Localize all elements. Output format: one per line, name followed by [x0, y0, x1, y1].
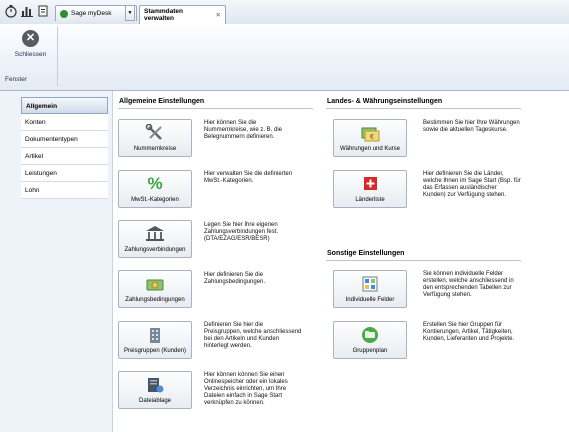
tab-label: Stammdaten verwalten	[144, 8, 184, 22]
nummernkreise-description: Hier können Sie die Nummernkreise, wie z…	[204, 120, 283, 140]
group-icon	[360, 326, 380, 344]
tab-stammdaten[interactable]: Stammdaten verwalten ✕	[139, 5, 226, 24]
mwst-kategorien-button[interactable]: % MwSt.-Kategorien	[118, 170, 192, 208]
document-icon[interactable]	[36, 4, 50, 18]
waehrungen-kurse-button[interactable]: € Währungen und Kurse	[333, 119, 407, 157]
title-bar: Sage myDesk ▼ Stammdaten verwalten ✕	[0, 0, 569, 25]
server-icon	[145, 376, 165, 394]
tile-label: Individuelle Felder	[345, 297, 395, 303]
chevron-down-icon: ▼	[127, 10, 133, 16]
close-icon: ✕	[22, 30, 39, 47]
tile-label: Zahlungsbedingungen	[125, 297, 185, 303]
swiss-flag-icon	[360, 175, 380, 193]
tile-label: Dateiablage	[138, 398, 172, 404]
tab-label: Sage myDesk	[71, 10, 112, 17]
tab-dropdown-button[interactable]: ▼	[125, 5, 135, 21]
laenderliste-button[interactable]: Länderliste	[333, 170, 407, 208]
sidebar-item-lohn[interactable]: Lohn	[21, 182, 108, 199]
tile-label: Nummernkreise	[133, 146, 177, 152]
ribbon-group-fenster: ✕ Schliessen Fenster	[2, 26, 58, 86]
dateiablage-button[interactable]: Dateiablage	[118, 371, 192, 409]
section-title-general: Allgemeine Einstellungen	[119, 98, 205, 105]
close-button[interactable]: ✕ Schliessen	[8, 30, 53, 70]
sage-logo-icon	[60, 9, 68, 18]
percent-icon: %	[147, 174, 163, 193]
divider	[118, 108, 313, 109]
stopwatch-icon[interactable]	[4, 4, 18, 18]
tile-label: Länderliste	[355, 197, 385, 203]
svg-text:€: €	[370, 134, 374, 141]
bank-icon	[145, 225, 165, 243]
zahlungsbedingungen-description: Hier definieren Sie die Zahlungsbedingun…	[204, 272, 266, 285]
building-icon	[145, 326, 165, 344]
tile-label: Gruppenplan	[352, 348, 388, 354]
mwst-description: Hier verwalten Sie die definierten MwSt.…	[204, 171, 293, 184]
section-title-other: Sonstige Einstellungen	[327, 250, 405, 257]
nummernkreise-button[interactable]: Nummernkreise	[118, 119, 192, 157]
sidebar-item-konten[interactable]: Konten	[21, 114, 108, 131]
sidebar-item-allgemein[interactable]: Allgemein	[21, 97, 108, 114]
section-title-country: Landes- & Währungseinstellungen	[327, 98, 443, 105]
money-icon	[145, 275, 165, 293]
tile-label: Zahlungsverbindungen	[124, 247, 186, 253]
laender-description: Hier definieren Sie die Länder, welche I…	[423, 171, 521, 198]
individuelle-felder-button[interactable]: Individuelle Felder	[333, 270, 407, 308]
sidebar-item-dokumententypen[interactable]: Dokumententypen	[21, 131, 108, 148]
preisgruppen-button[interactable]: Preisgruppen (Kunden)	[118, 321, 192, 359]
ribbon-group-label: Fenster	[5, 76, 28, 83]
sidebar-item-artikel[interactable]: Artikel	[21, 148, 108, 165]
felder-description: Sie können individuelle Felder erstellen…	[423, 271, 514, 298]
zahlungsverbindungen-button[interactable]: Zahlungsverbindungen	[118, 220, 192, 258]
tile-label: MwSt.-Kategorien	[131, 197, 179, 203]
divider	[326, 260, 521, 261]
waehrungen-description: Bestimmen Sie hier Ihre Währungen sowie …	[423, 120, 520, 133]
sidebar: Allgemein Konten Dokumententypen Artikel…	[0, 91, 113, 432]
tools-icon	[145, 124, 165, 142]
chart-icon[interactable]	[20, 4, 34, 18]
sidebar-item-leistungen[interactable]: Leistungen	[21, 165, 108, 182]
zahlungsverbindungen-description: Legen Sie hier Ihre eigenen Zahlungsverb…	[204, 222, 279, 242]
zahlungsbedingungen-button[interactable]: Zahlungsbedingungen	[118, 270, 192, 308]
tile-label: Währungen und Kurse	[339, 146, 401, 152]
fields-icon	[360, 275, 380, 293]
ribbon: ✕ Schliessen Fenster	[0, 24, 569, 91]
preisgruppen-description: Definieren Sie hier die Preisgruppen, we…	[204, 322, 302, 349]
close-button-label: Schliessen	[14, 51, 47, 58]
divider	[326, 108, 521, 109]
currency-icon: €	[360, 124, 380, 142]
gruppenplan-description: Erstellen Sie hier Gruppen für Kontierun…	[423, 322, 515, 342]
gruppenplan-button[interactable]: Gruppenplan	[333, 321, 407, 359]
close-tab-icon[interactable]: ✕	[216, 11, 221, 19]
dateiablage-description: Hier können können Sie einen Onlinespeic…	[204, 372, 288, 406]
tile-label: Preisgruppen (Kunden)	[123, 348, 187, 354]
